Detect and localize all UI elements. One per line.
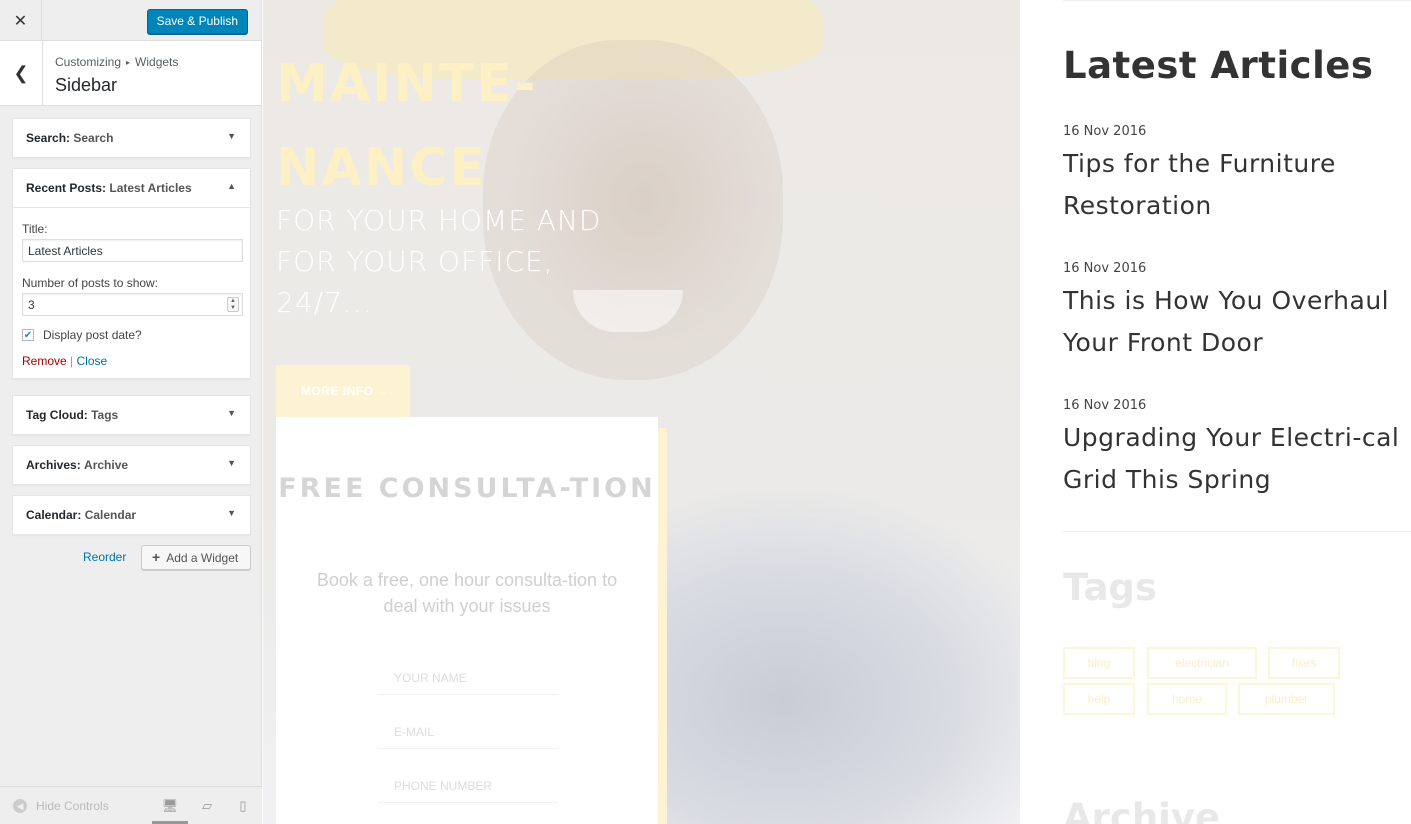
site-preview: MAINTE- NANCE FOR YOUR HOME AND FOR YOUR… xyxy=(263,0,1411,824)
desktop-preview-icon[interactable]: 🖥 xyxy=(152,798,188,824)
customizer-header: ✕ Save & Publish xyxy=(0,0,261,41)
add-widget-label: Add a Widget xyxy=(166,551,239,565)
article-link[interactable]: Tips for the Furniture Restoration xyxy=(1063,143,1411,227)
section-title: Sidebar xyxy=(55,75,118,95)
collapse-arrow-icon[interactable]: ▲ xyxy=(227,181,236,191)
tablet-preview-icon[interactable]: ▱ xyxy=(189,798,225,824)
title-input[interactable] xyxy=(22,239,243,262)
widget-tag-cloud[interactable]: Tag Cloud: Tags ▼ xyxy=(12,395,251,435)
display-date-label: Display post date? xyxy=(43,328,142,342)
tag-plumber[interactable]: plumber xyxy=(1238,683,1335,715)
consultation-title: FREE CONSULTA-TION xyxy=(278,473,656,504)
widget-title: Search xyxy=(73,131,114,145)
spinner-arrows-icon[interactable]: ▲ ▼ xyxy=(227,297,239,312)
widget-recent-posts-header[interactable]: Recent Posts: Latest Articles ▲ xyxy=(13,169,250,207)
expand-arrow-icon[interactable]: ▼ xyxy=(227,458,236,468)
widget-calendar-header[interactable]: Calendar: Calendar ▼ xyxy=(13,496,250,534)
display-date-row: ✔ Display post date? xyxy=(22,328,241,342)
tags-title: Tags xyxy=(1063,566,1157,609)
consultation-text: Book a free, one hour consulta-tion to d… xyxy=(316,570,618,616)
customizer-footer: ◀ Hide Controls 🖥 ▱ ▯ xyxy=(0,786,262,824)
widget-actions: Remove | Close xyxy=(22,354,241,368)
mobile-preview-icon[interactable]: ▯ xyxy=(225,798,261,824)
widget-title: Archive xyxy=(84,458,129,472)
widget-search-header[interactable]: Search: Search ▼ xyxy=(13,119,250,157)
number-label: Number of posts to show: xyxy=(22,276,159,290)
widget-archives-header[interactable]: Archives: Archive ▼ xyxy=(13,446,250,484)
divider xyxy=(1063,0,1411,1)
widget-title: Calendar xyxy=(84,508,137,522)
card-accent-bar xyxy=(658,428,667,824)
expand-arrow-icon[interactable]: ▼ xyxy=(227,508,236,518)
widget-type: Recent Posts: xyxy=(26,181,107,195)
widget-type: Calendar: xyxy=(26,508,82,522)
widget-title: Tags xyxy=(91,408,119,422)
remove-link[interactable]: Remove xyxy=(22,354,67,368)
article-item: 16 Nov 2016 Upgrading Your Electri-cal G… xyxy=(1063,398,1411,501)
tag-blog[interactable]: blog xyxy=(1063,647,1135,679)
tag-help[interactable]: help xyxy=(1063,683,1135,715)
save-publish-button[interactable]: Save & Publish xyxy=(146,9,248,34)
reorder-link[interactable]: Reorder xyxy=(83,550,126,564)
expand-arrow-icon[interactable]: ▼ xyxy=(227,131,236,141)
number-input[interactable] xyxy=(22,293,243,316)
article-item: 16 Nov 2016 Tips for the Furniture Resto… xyxy=(1063,124,1411,227)
hide-controls-label: Hide Controls xyxy=(36,799,109,813)
breadcrumb-customizing: Customizing xyxy=(55,55,122,69)
title-label: Title: xyxy=(22,222,48,236)
display-date-checkbox[interactable]: ✔ xyxy=(22,329,34,341)
widget-type: Tag Cloud: xyxy=(26,408,88,422)
widget-type: Search: xyxy=(26,131,71,145)
hero-section: MAINTE- NANCE FOR YOUR HOME AND FOR YOUR… xyxy=(263,0,1020,824)
article-link[interactable]: This is How You Overhaul Your Front Door xyxy=(1063,280,1411,364)
email-field[interactable]: E-MAIL xyxy=(378,713,558,749)
hero-title: MAINTE- NANCE xyxy=(276,28,537,224)
article-date: 16 Nov 2016 xyxy=(1063,261,1147,276)
collapse-icon: ◀ xyxy=(13,799,27,813)
article-date: 16 Nov 2016 xyxy=(1063,124,1147,139)
section-header: ❮ Customizing ▸ Widgets Sidebar xyxy=(0,41,261,106)
customizer-panel: ✕ Save & Publish ❮ Customizing ▸ Widgets S… xyxy=(0,0,262,824)
article-item: 16 Nov 2016 This is How You Overhaul You… xyxy=(1063,261,1411,364)
tag-home[interactable]: home xyxy=(1147,683,1227,715)
phone-field[interactable]: PHONE NUMBER xyxy=(378,767,558,803)
add-widget-button[interactable]: + Add a Widget xyxy=(141,545,251,570)
tag-electrician[interactable]: electrician xyxy=(1147,647,1257,679)
expand-arrow-icon[interactable]: ▼ xyxy=(227,408,236,418)
breadcrumb: Customizing ▸ Widgets xyxy=(55,55,178,69)
latest-articles-title: Latest Articles xyxy=(1063,44,1374,87)
widget-archives[interactable]: Archives: Archive ▼ xyxy=(12,445,251,485)
site-sidebar: Latest Articles 16 Nov 2016 Tips for the… xyxy=(1020,0,1411,824)
hide-controls-button[interactable]: ◀ Hide Controls xyxy=(13,799,109,813)
widget-search[interactable]: Search: Search ▼ xyxy=(12,118,251,158)
number-stepper: ▲▼ xyxy=(22,293,243,316)
widget-calendar[interactable]: Calendar: Calendar ▼ xyxy=(12,495,251,535)
actions-separator: | xyxy=(70,354,74,368)
widget-type: Archives: xyxy=(26,458,81,472)
hero-subtitle: FOR YOUR HOME AND FOR YOUR OFFICE, 24/7.… xyxy=(276,204,602,319)
more-info-button[interactable]: MORE INFO → xyxy=(276,365,410,417)
breadcrumb-widgets: Widgets xyxy=(135,55,179,69)
divider xyxy=(1063,531,1411,532)
article-date: 16 Nov 2016 xyxy=(1063,398,1147,413)
article-link[interactable]: Upgrading Your Electri-cal Grid This Spr… xyxy=(1063,417,1411,501)
widget-recent-posts: Recent Posts: Latest Articles ▲ Title: N… xyxy=(12,168,251,379)
breadcrumb-separator-icon: ▸ xyxy=(126,58,131,67)
tag-fixes[interactable]: fixes xyxy=(1268,647,1340,679)
consultation-card: FREE CONSULTA-TION Book a free, one hour… xyxy=(276,417,658,824)
widget-form: Title: Number of posts to show: ▲▼ ✔ Dis… xyxy=(13,207,250,378)
close-icon[interactable]: ✕ xyxy=(0,0,42,41)
plus-icon: + xyxy=(152,549,161,565)
name-field[interactable]: YOUR NAME xyxy=(378,659,558,695)
archive-title: Archive xyxy=(1063,796,1221,824)
widget-tag-cloud-header[interactable]: Tag Cloud: Tags ▼ xyxy=(13,396,250,434)
close-link[interactable]: Close xyxy=(77,354,108,368)
back-arrow-icon[interactable]: ❮ xyxy=(0,41,43,105)
widget-title: Latest Articles xyxy=(109,181,192,195)
